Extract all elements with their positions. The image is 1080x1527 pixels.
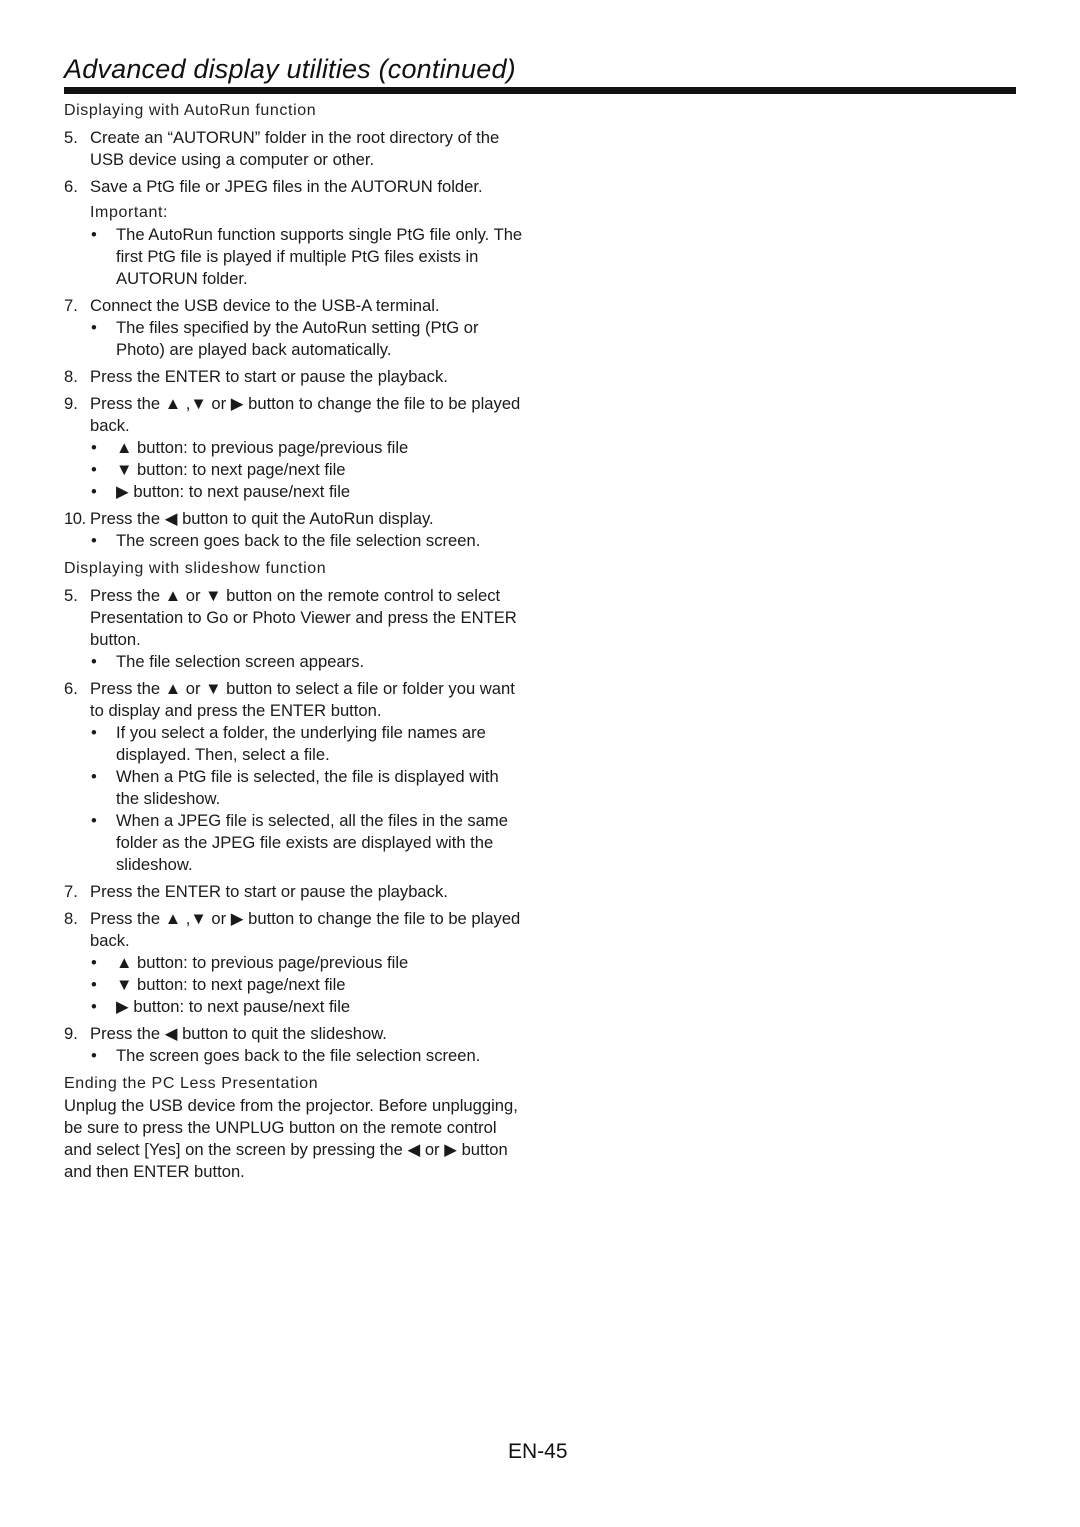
- autorun-step-9: 9. Press the ▲ ,▼ or ▶ button to change …: [64, 393, 524, 437]
- bullet-icon: •: [91, 652, 97, 671]
- bullet-text: ▶ button: to next pause/next file: [116, 482, 351, 501]
- important-label: Important:: [90, 204, 169, 221]
- slideshow-section: Displaying with slideshow function 5. Pr…: [64, 558, 524, 1067]
- title-rule: [64, 87, 1016, 94]
- step-text: Press the ▲ ,▼ or ▶ button to change the…: [90, 394, 521, 435]
- bullet-icon: •: [91, 531, 97, 550]
- step-text: Press the ENTER to start or pause the pl…: [90, 367, 448, 386]
- important-bullet: • The AutoRun function supports single P…: [64, 224, 524, 290]
- step-text: Connect the USB device to the USB-A term…: [90, 296, 440, 315]
- list-item: • When a PtG file is selected, the file …: [64, 766, 524, 810]
- step-number: 9.: [64, 1024, 78, 1043]
- page-title: Advanced display utilities (continued): [64, 54, 516, 84]
- bullet-icon: •: [91, 975, 97, 994]
- bullet-icon: •: [91, 953, 97, 972]
- step-number: 5.: [64, 586, 78, 605]
- ending-section: Ending the PC Less Presentation Unplug t…: [64, 1073, 524, 1183]
- bullet-text: ▲ button: to previous page/previous file: [116, 953, 409, 972]
- slideshow-step-6: 6. Press the ▲ or ▼ button to select a f…: [64, 678, 524, 722]
- slideshow-step-9: 9. Press the ◀ button to quit the slides…: [64, 1023, 524, 1045]
- step-number: 8.: [64, 909, 78, 928]
- step-number: 10.: [64, 509, 86, 528]
- autorun-section: Displaying with AutoRun function 5. Crea…: [64, 100, 524, 552]
- bullet-text: When a JPEG file is selected, all the fi…: [116, 811, 508, 874]
- bullet-text: ▼ button: to next page/next file: [116, 460, 346, 479]
- slideshow-step-7: 7. Press the ENTER to start or pause the…: [64, 881, 524, 903]
- bullet-icon: •: [91, 482, 97, 501]
- list-item: • The files specified by the AutoRun set…: [64, 317, 524, 361]
- bullet-icon: •: [91, 723, 97, 742]
- bullet-icon: •: [91, 1046, 97, 1065]
- list-item: • The file selection screen appears.: [64, 651, 524, 673]
- autorun-step-10: 10. Press the ◀ button to quit the AutoR…: [64, 508, 524, 530]
- list-item: • ▲ button: to previous page/previous fi…: [64, 437, 524, 459]
- main-content: Displaying with AutoRun function 5. Crea…: [64, 100, 524, 1183]
- bullet-text: The AutoRun function supports single PtG…: [116, 225, 523, 288]
- bullet-icon: •: [91, 318, 97, 337]
- bullet-text: ▶ button: to next pause/next file: [116, 997, 351, 1016]
- step-number: 5.: [64, 128, 78, 147]
- slideshow-step-5: 5. Press the ▲ or ▼ button on the remote…: [64, 585, 524, 651]
- bullet-icon: •: [91, 225, 97, 244]
- list-item: • If you select a folder, the underlying…: [64, 722, 524, 766]
- list-item: • ▲ button: to previous page/previous fi…: [64, 952, 524, 974]
- step-text: Press the ENTER to start or pause the pl…: [90, 882, 448, 901]
- step-text: Press the ◀ button to quit the AutoRun d…: [90, 509, 434, 528]
- step-number: 8.: [64, 367, 78, 386]
- slideshow-heading: Displaying with slideshow function: [64, 560, 327, 577]
- list-item: • ▶ button: to next pause/next file: [64, 481, 524, 503]
- bullet-text: ▲ button: to previous page/previous file: [116, 438, 409, 457]
- step-number: 9.: [64, 394, 78, 413]
- step-text: Press the ▲ ,▼ or ▶ button to change the…: [90, 909, 521, 950]
- step-text: Press the ▲ or ▼ button to select a file…: [90, 679, 515, 720]
- list-item: • ▶ button: to next pause/next file: [64, 996, 524, 1018]
- list-item: • The screen goes back to the file selec…: [64, 530, 524, 552]
- bullet-icon: •: [91, 997, 97, 1016]
- autorun-step-8: 8. Press the ENTER to start or pause the…: [64, 366, 524, 388]
- slideshow-step-8: 8. Press the ▲ ,▼ or ▶ button to change …: [64, 908, 524, 952]
- step-text: Press the ◀ button to quit the slideshow…: [90, 1024, 387, 1043]
- autorun-step-7: 7. Connect the USB device to the USB-A t…: [64, 295, 524, 317]
- step-text: Press the ▲ or ▼ button on the remote co…: [90, 586, 517, 649]
- bullet-text: The screen goes back to the file selecti…: [116, 531, 481, 550]
- bullet-text: The screen goes back to the file selecti…: [116, 1046, 481, 1065]
- autorun-heading: Displaying with AutoRun function: [64, 102, 317, 119]
- step-text: Create an “AUTORUN” folder in the root d…: [90, 128, 500, 169]
- list-item: • The screen goes back to the file selec…: [64, 1045, 524, 1067]
- step-number: 6.: [64, 679, 78, 698]
- bullet-icon: •: [91, 767, 97, 786]
- step-number: 6.: [64, 177, 78, 196]
- ending-text: Unplug the USB device from the projector…: [64, 1096, 518, 1181]
- autorun-step-6: 6. Save a PtG file or JPEG files in the …: [64, 176, 524, 198]
- list-item: • ▼ button: to next page/next file: [64, 459, 524, 481]
- bullet-text: The files specified by the AutoRun setti…: [116, 318, 479, 359]
- step-number: 7.: [64, 882, 78, 901]
- list-item: • ▼ button: to next page/next file: [64, 974, 524, 996]
- bullet-text: ▼ button: to next page/next file: [116, 975, 346, 994]
- bullet-icon: •: [91, 438, 97, 457]
- list-item: • When a JPEG file is selected, all the …: [64, 810, 524, 876]
- step-number: 7.: [64, 296, 78, 315]
- bullet-text: The file selection screen appears.: [116, 652, 365, 671]
- autorun-step-5: 5. Create an “AUTORUN” folder in the roo…: [64, 127, 524, 171]
- bullet-text: When a PtG file is selected, the file is…: [116, 767, 499, 808]
- bullet-text: If you select a folder, the underlying f…: [116, 723, 486, 764]
- step-text: Save a PtG file or JPEG files in the AUT…: [90, 177, 483, 196]
- bullet-icon: •: [91, 460, 97, 479]
- page-number: EN-45: [508, 1440, 568, 1463]
- bullet-icon: •: [91, 811, 97, 830]
- ending-heading: Ending the PC Less Presentation: [64, 1075, 319, 1092]
